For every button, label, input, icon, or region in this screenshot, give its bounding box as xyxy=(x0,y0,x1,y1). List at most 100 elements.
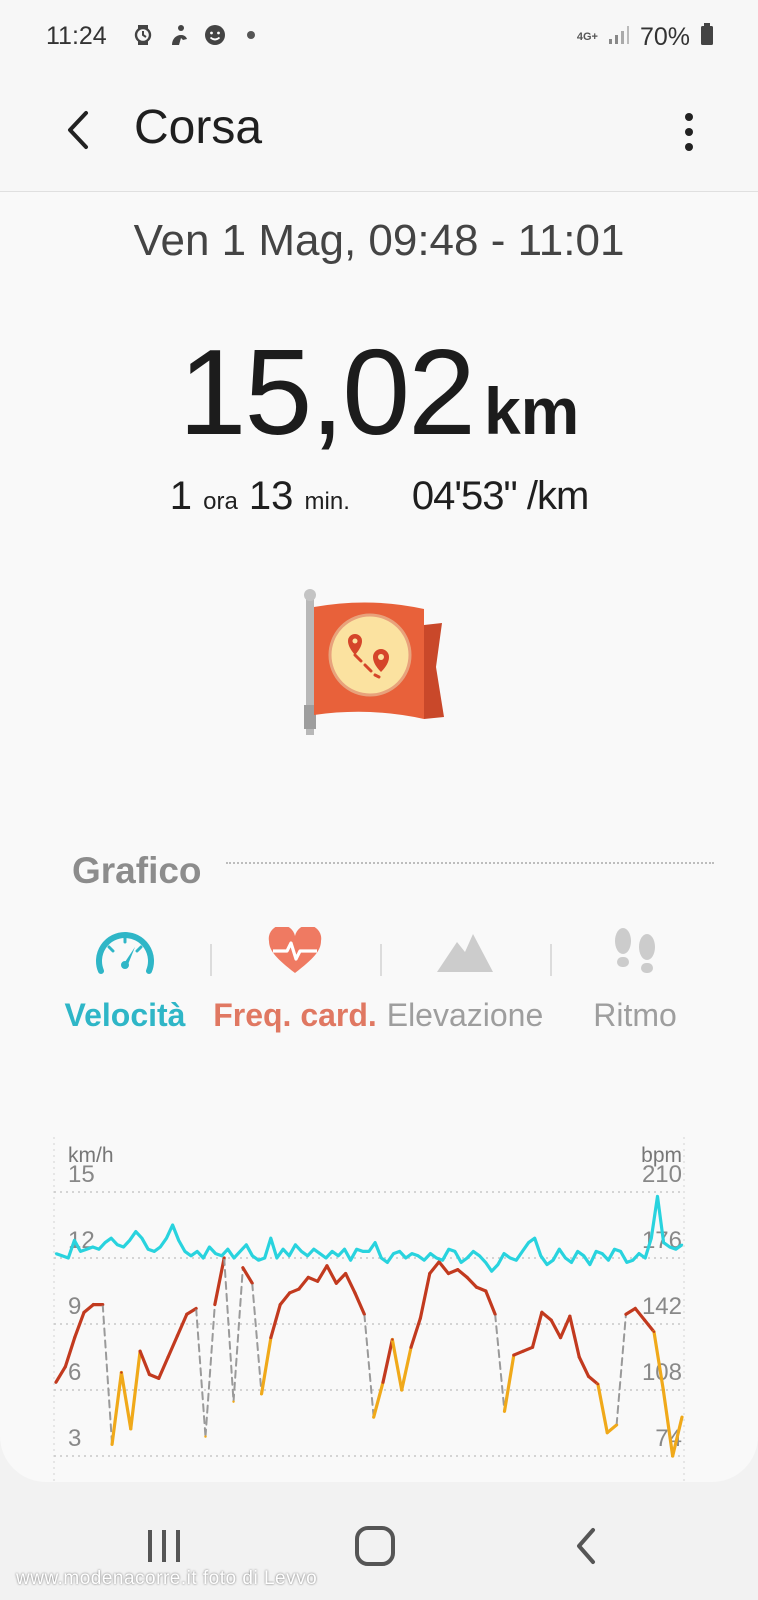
heart-rate-segment xyxy=(615,1313,627,1426)
speed-point xyxy=(110,1237,113,1240)
tab-elevation[interactable]: Elevazione xyxy=(380,922,550,1072)
tab-heart-rate[interactable]: Freq. card. xyxy=(210,922,380,1072)
tab-speed[interactable]: Velocità xyxy=(40,922,210,1072)
graph-section-title: Grafico xyxy=(72,850,202,891)
signal-icon xyxy=(608,23,630,52)
heart-rate-point xyxy=(578,1355,581,1359)
nav-back-button[interactable] xyxy=(556,1516,616,1576)
heart-rate-point xyxy=(671,1454,674,1458)
heart-rate-point xyxy=(521,1349,525,1353)
heart-rate-segment xyxy=(334,1271,348,1285)
graph-tabs: Velocità Freq. card. Elevazione Ritmo xyxy=(40,922,720,1072)
speed-point xyxy=(539,1254,543,1257)
speed-point xyxy=(533,1237,536,1240)
heart-rate-segment xyxy=(259,1335,273,1396)
heart-rate-segment xyxy=(465,1275,479,1289)
heart-rate-point xyxy=(241,1266,245,1269)
speed-point xyxy=(392,1252,395,1255)
heart-rate-point xyxy=(101,1303,104,1306)
heart-rate-point xyxy=(185,1313,189,1316)
heart-rate-segment xyxy=(456,1268,469,1280)
speed-point xyxy=(91,1245,95,1249)
heart-rate-segment xyxy=(400,1345,413,1392)
speed-point xyxy=(367,1250,371,1253)
chart-grid xyxy=(53,1137,685,1482)
heart-rate-point xyxy=(353,1291,357,1295)
heart-rate-segment xyxy=(353,1291,366,1316)
heart-rate-segment xyxy=(316,1264,329,1283)
speed-point xyxy=(128,1239,131,1242)
speed-point xyxy=(275,1256,279,1260)
app-header: Corsa xyxy=(0,72,758,192)
network-type: 4G+ xyxy=(576,31,598,43)
heart-rate-segment xyxy=(390,1337,404,1392)
speed-series xyxy=(54,1194,684,1273)
heart-rate-point xyxy=(307,1276,310,1279)
speed-line xyxy=(55,1194,683,1273)
heart-rate-segment xyxy=(278,1291,292,1307)
speed-point xyxy=(607,1259,610,1262)
speed-point xyxy=(465,1256,469,1260)
footsteps-icon xyxy=(615,928,655,973)
speed-point xyxy=(177,1239,180,1242)
distance-unit: km xyxy=(483,374,580,448)
speed-point xyxy=(54,1252,58,1255)
heart-rate-point xyxy=(148,1373,151,1376)
heart-rate-point xyxy=(596,1382,600,1386)
speed-point xyxy=(85,1248,88,1251)
heart-rate-segment xyxy=(166,1334,180,1359)
heart-rate-point xyxy=(279,1303,282,1306)
more-options-button[interactable] xyxy=(674,102,704,162)
right-tick-label: 142 xyxy=(642,1293,682,1320)
heart-rate-point xyxy=(680,1415,684,1419)
heart-rate-point xyxy=(288,1291,291,1295)
back-button[interactable] xyxy=(52,100,102,160)
speed-point xyxy=(263,1256,266,1260)
heart-rate-segment xyxy=(232,1266,244,1403)
heart-rate-point xyxy=(335,1282,338,1285)
recent-apps-button[interactable] xyxy=(134,1516,194,1576)
heart-rate-segment xyxy=(119,1370,133,1431)
speed-point xyxy=(601,1252,604,1255)
home-icon xyxy=(355,1526,395,1566)
status-notification-icons xyxy=(130,22,264,48)
heart-rate-point xyxy=(512,1353,516,1357)
heart-rate-point xyxy=(176,1334,179,1337)
speed-point xyxy=(116,1243,119,1246)
heart-rate-segment xyxy=(596,1382,609,1435)
duration-minutes-unit: min. xyxy=(304,488,350,515)
heart-rate-point xyxy=(138,1349,142,1353)
heart-rate-point xyxy=(606,1431,609,1434)
speed-point xyxy=(165,1237,168,1240)
speed-point xyxy=(619,1250,622,1253)
heart-rate-point xyxy=(559,1336,562,1339)
heart-rate-segment xyxy=(241,1266,254,1285)
duration: 1 ora 13 min. xyxy=(170,474,350,519)
distance-value: 15,02 xyxy=(178,324,476,460)
speed-point xyxy=(453,1250,457,1253)
tab-speed-label: Velocità xyxy=(64,997,186,1033)
speed-point xyxy=(496,1263,500,1266)
heart-rate-point xyxy=(540,1311,544,1314)
tab-cadence[interactable]: Ritmo xyxy=(550,922,720,1072)
speed-point xyxy=(318,1252,322,1255)
heart-rate-point xyxy=(260,1392,263,1396)
speed-point xyxy=(643,1256,647,1260)
speed-point xyxy=(226,1248,230,1251)
speed-point xyxy=(134,1230,137,1233)
speed-point xyxy=(404,1256,408,1260)
speed-point xyxy=(159,1245,162,1249)
face-icon xyxy=(202,22,228,48)
speed-point xyxy=(650,1237,653,1240)
heart-rate-point xyxy=(120,1371,123,1374)
heart-rate-segment xyxy=(484,1289,497,1316)
heart-rate-point xyxy=(484,1289,487,1293)
heart-rate-point xyxy=(82,1311,86,1314)
heart-rate-segment xyxy=(54,1365,67,1384)
speed-point xyxy=(245,1243,248,1246)
speed-point xyxy=(515,1259,518,1262)
speed-point xyxy=(208,1245,211,1249)
heart-rate-point xyxy=(493,1313,497,1316)
heart-rate-segment xyxy=(428,1260,441,1276)
home-button[interactable] xyxy=(345,1516,405,1576)
